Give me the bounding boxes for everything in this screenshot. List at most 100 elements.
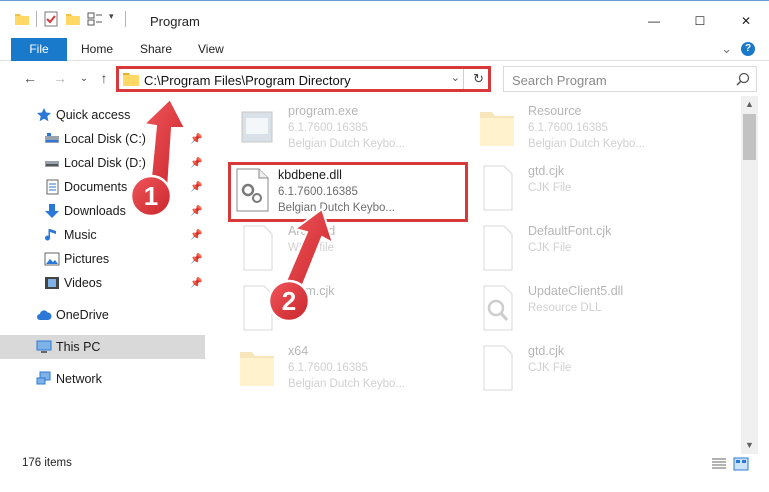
minimize-button[interactable]: — <box>631 1 677 41</box>
details-view-icon[interactable] <box>711 457 727 474</box>
scroll-down-icon[interactable]: ▼ <box>741 437 758 454</box>
sidebar-item-music[interactable]: Music 📌 <box>0 223 205 247</box>
file-list: program.exe 6.1.7600.16385 Belgian Dutch… <box>212 100 742 448</box>
file-version: 6.1.7600.16385 <box>528 122 608 134</box>
sidebar-item-local-disk-c[interactable]: Local Disk (C:) 📌 <box>0 127 205 151</box>
pin-icon[interactable]: 📌 <box>190 206 202 217</box>
folder-icon <box>236 344 278 392</box>
toolbar-divider <box>36 11 37 27</box>
status-bar: 176 items <box>0 454 769 476</box>
recent-locations-button[interactable]: ⌄ <box>76 70 92 86</box>
sidebar-item-label: Network <box>56 372 102 386</box>
file-icon <box>236 224 278 272</box>
sidebar-item-local-disk-d[interactable]: Local Disk (D:) 📌 <box>0 151 205 175</box>
file-description: Belgian Dutch Keybo... <box>288 378 405 390</box>
file-tile[interactable]: UpdateClient5.dll Resource DLL <box>462 282 692 338</box>
file-type: ...le <box>288 302 307 314</box>
sidebar-item-label: This PC <box>56 340 101 354</box>
pin-icon[interactable]: 📌 <box>190 182 202 193</box>
tab-share[interactable]: Share <box>140 38 172 61</box>
back-button[interactable]: ← <box>22 70 38 86</box>
window-bottom-edge <box>0 476 769 492</box>
window-title: Program <box>150 14 200 29</box>
file-tile[interactable]: x64 6.1.7600.16385 Belgian Dutch Keybo..… <box>222 342 452 398</box>
pin-icon[interactable]: 📌 <box>190 278 202 289</box>
new-folder-icon[interactable] <box>65 11 81 27</box>
file-version: 6.1.7600.16385 <box>288 362 368 374</box>
close-button[interactable]: ✕ <box>723 1 769 41</box>
tab-file[interactable]: File <box>11 38 67 61</box>
view-options-icon[interactable] <box>87 11 103 27</box>
help-icon[interactable]: ? <box>741 42 755 56</box>
search-input[interactable]: Search Program <box>503 66 757 92</box>
file-icon <box>236 284 278 332</box>
scroll-up-icon[interactable]: ▲ <box>741 96 758 113</box>
file-description: Belgian Dutch Keybo... <box>528 138 645 150</box>
folder-icon[interactable] <box>14 11 30 27</box>
navigation-pane: Quick access Local Disk (C:) 📌 Local Dis… <box>0 100 205 448</box>
file-type: CJK File <box>528 242 572 254</box>
toolbar-divider <box>125 11 126 27</box>
tab-view[interactable]: View <box>198 38 224 61</box>
scrollbar-thumb[interactable] <box>743 114 756 160</box>
sidebar-item-this-pc[interactable]: This PC <box>0 335 205 359</box>
file-name: UpdateClient5.dll <box>528 284 624 298</box>
file-type: WBM file <box>288 242 334 254</box>
star-icon <box>36 107 52 123</box>
file-name: gtd.cjk <box>528 344 565 358</box>
file-tile[interactable]: gtd.cjk CJK File <box>462 342 692 398</box>
file-tile[interactable]: program.exe 6.1.7600.16385 Belgian Dutch… <box>222 102 452 158</box>
large-icons-view-icon[interactable] <box>733 457 749 474</box>
title-bar: ▾ Program — ☐ ✕ <box>0 0 769 40</box>
file-tile[interactable]: gtd.cjk CJK File <box>462 162 692 218</box>
file-name: Resource <box>528 104 582 118</box>
drive-icon <box>44 155 60 171</box>
file-description: Belgian Dutch Keybo... <box>278 202 395 214</box>
pin-icon[interactable]: 📌 <box>190 230 202 241</box>
dll-icon <box>234 168 276 216</box>
forward-button[interactable]: → <box>52 70 68 86</box>
music-icon <box>44 227 60 243</box>
folder-icon <box>476 104 518 152</box>
address-divider <box>463 69 464 89</box>
customize-toolbar-icon[interactable]: ▾ <box>109 11 119 27</box>
file-name: ...om.cjk <box>288 284 335 298</box>
pin-icon[interactable]: 📌 <box>190 254 202 265</box>
tab-home[interactable]: Home <box>81 38 113 61</box>
sidebar-item-documents[interactable]: Documents 📌 <box>0 175 205 199</box>
address-bar[interactable]: C:\Program Files\Program Directory ⌄ ↻ <box>116 66 491 92</box>
address-path[interactable]: C:\Program Files\Program Directory <box>144 73 351 88</box>
sidebar-item-videos[interactable]: Videos 📌 <box>0 271 205 295</box>
file-name: gtd.cjk <box>528 164 565 178</box>
pin-icon[interactable]: 📌 <box>190 158 202 169</box>
network-icon <box>36 371 52 387</box>
exe-icon <box>236 104 278 152</box>
expand-ribbon-icon[interactable]: ⌄ <box>721 41 732 57</box>
sidebar-item-downloads[interactable]: Downloads 📌 <box>0 199 205 223</box>
pin-icon[interactable]: 📌 <box>190 134 202 145</box>
sidebar-item-label: Local Disk (D:) <box>64 156 146 170</box>
properties-icon[interactable] <box>43 11 59 27</box>
highlighted-file-tile[interactable]: kbdbene.dll 6.1.7600.16385 Belgian Dutch… <box>228 162 468 222</box>
file-tile[interactable]: ...om.cjk ...le <box>222 282 452 338</box>
maximize-button[interactable]: ☐ <box>677 1 723 41</box>
file-name: program.exe <box>288 104 359 118</box>
file-tile[interactable]: Resource 6.1.7600.16385 Belgian Dutch Ke… <box>462 102 692 158</box>
folder-icon <box>123 72 139 89</box>
sidebar-item-network[interactable]: Network <box>0 367 205 391</box>
sidebar-item-label: Downloads <box>64 204 126 218</box>
sidebar-item-pictures[interactable]: Pictures 📌 <box>0 247 205 271</box>
sidebar-item-label: Local Disk (C:) <box>64 132 146 146</box>
file-type: CJK File <box>528 182 572 194</box>
search-placeholder[interactable]: Search Program <box>512 73 607 88</box>
refresh-icon[interactable]: ↻ <box>473 71 484 87</box>
file-version: 6.1.7600.16385 <box>278 186 358 198</box>
vertical-scrollbar[interactable]: ▲ ▼ <box>741 96 758 454</box>
file-tile[interactable]: Arc...ard WBM file <box>222 222 452 278</box>
downloads-icon <box>44 203 60 219</box>
address-dropdown-icon[interactable]: ⌄ <box>451 71 460 84</box>
file-tile[interactable]: DefaultFont.cjk CJK File <box>462 222 692 278</box>
sidebar-item-quick-access[interactable]: Quick access <box>0 103 205 127</box>
up-button[interactable]: ↑ <box>96 70 112 86</box>
sidebar-item-onedrive[interactable]: OneDrive <box>0 303 205 327</box>
